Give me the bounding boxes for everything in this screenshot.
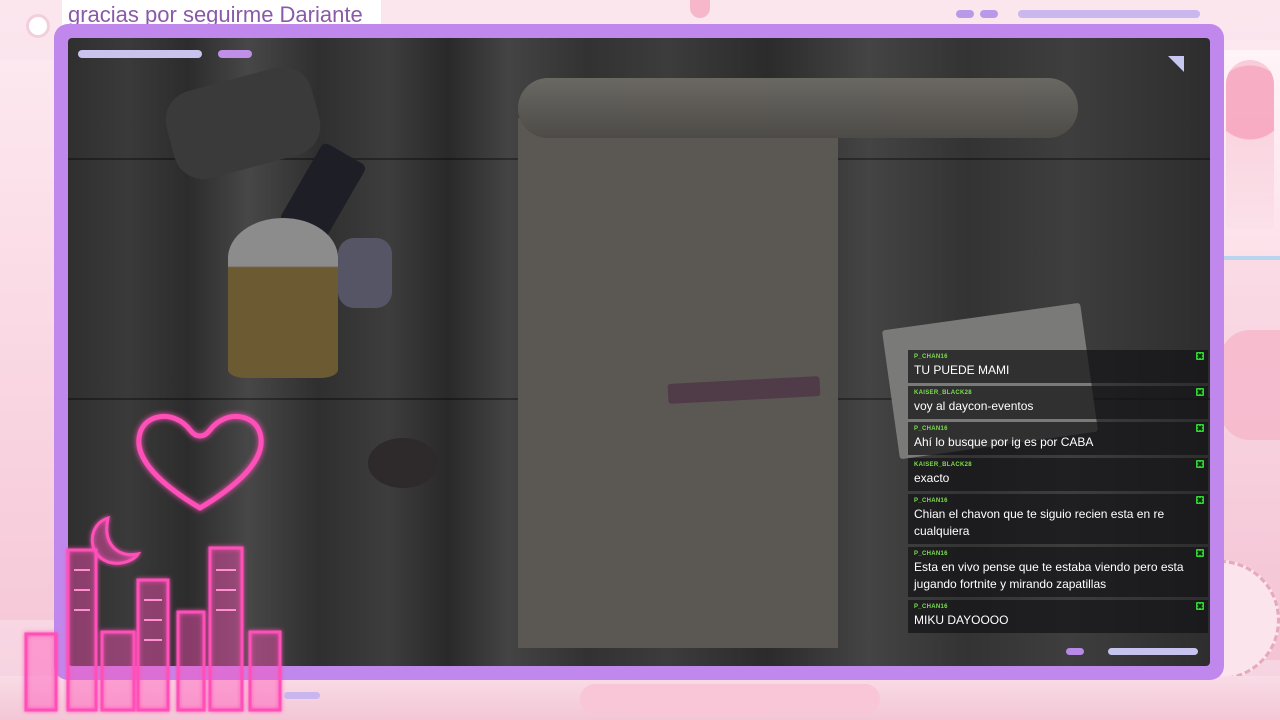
chat-text: Chian el chavon que te siguio recien est… xyxy=(914,507,1165,538)
chat-username: P_CHAN16 xyxy=(914,354,948,360)
chat-message: KAISER_BLACK28 exacto xyxy=(908,458,1208,491)
chat-message: P_CHAN16 Esta en vivo pense que te estab… xyxy=(908,547,1208,597)
moderator-check-icon xyxy=(1196,496,1204,504)
neon-city-icon xyxy=(10,515,310,712)
drink-cup xyxy=(228,218,338,378)
moderator-check-icon xyxy=(1196,388,1204,396)
pencil-case xyxy=(158,60,328,186)
chat-message: KAISER_BLACK28 voy al daycon-eventos xyxy=(908,386,1208,419)
neon-moon-icon xyxy=(90,515,142,565)
decor-bar xyxy=(1108,648,1198,655)
chat-text: exacto xyxy=(914,471,950,485)
decor-pill xyxy=(284,692,320,699)
chat-message: P_CHAN16 Ahí lo busque por ig es por CAB… xyxy=(908,422,1208,455)
paper-roll xyxy=(518,78,1078,138)
decor-pill xyxy=(1066,648,1084,655)
decor-pill xyxy=(218,50,252,58)
lamp-decor xyxy=(690,0,710,18)
anime-character-art xyxy=(1226,60,1274,230)
corner-triangle-icon xyxy=(1168,56,1184,72)
chat-username: P_CHAN16 xyxy=(914,426,948,432)
scissors xyxy=(368,438,438,488)
chat-username: KAISER_BLACK28 xyxy=(914,390,972,396)
decor-pill xyxy=(980,10,998,18)
chat-text: TU PUEDE MAMI xyxy=(914,363,1010,377)
chat-message: P_CHAN16 MIKU DAYOOOO xyxy=(908,600,1208,633)
moderator-check-icon xyxy=(1196,549,1204,557)
flower-icon xyxy=(26,14,50,38)
chat-message: P_CHAN16 Chian el chavon que te siguio r… xyxy=(908,494,1208,544)
moderator-check-icon xyxy=(1196,352,1204,360)
chat-text: MIKU DAYOOOO xyxy=(914,613,1009,627)
chat-panel: P_CHAN16 TU PUEDE MAMI KAISER_BLACK28 vo… xyxy=(908,350,1208,666)
chat-text: Esta en vivo pense que te estaba viendo … xyxy=(914,560,1184,591)
decor-bar xyxy=(78,50,202,58)
chat-text: Ahí lo busque por ig es por CABA xyxy=(914,435,1094,449)
decor-pill xyxy=(956,10,974,18)
chat-username: P_CHAN16 xyxy=(914,604,948,610)
chat-username: P_CHAN16 xyxy=(914,551,948,557)
chat-message: P_CHAN16 TU PUEDE MAMI xyxy=(908,350,1208,383)
chat-text: voy al daycon-eventos xyxy=(914,399,1034,413)
tape-roll xyxy=(338,238,392,308)
pink-heart-decor xyxy=(1220,330,1280,440)
moderator-check-icon xyxy=(1196,424,1204,432)
neon-heart-icon xyxy=(136,413,264,511)
moderator-check-icon xyxy=(1196,460,1204,468)
chat-username: KAISER_BLACK28 xyxy=(914,462,972,468)
decor-bar xyxy=(1018,10,1200,18)
cloud-decor xyxy=(580,684,880,714)
moderator-check-icon xyxy=(1196,602,1204,610)
chat-username: P_CHAN16 xyxy=(914,498,948,504)
